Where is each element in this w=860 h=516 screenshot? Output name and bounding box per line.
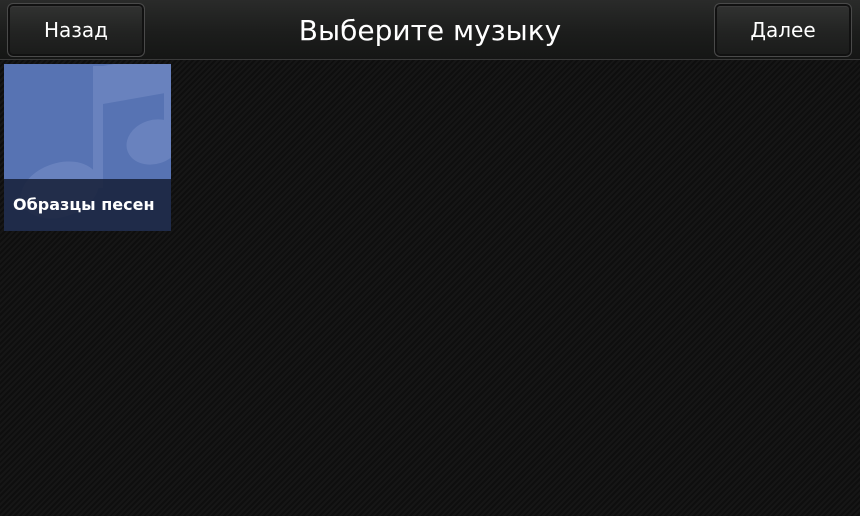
page-title: Выберите музыку (298, 14, 562, 47)
next-button[interactable]: Далее (714, 3, 852, 57)
back-button[interactable]: Назад (7, 3, 145, 57)
tile-label: Образцы песен (4, 179, 171, 231)
music-folder-tile[interactable]: Образцы песен (4, 64, 171, 231)
top-bar: Назад Выберите музыку Далее (0, 0, 860, 60)
